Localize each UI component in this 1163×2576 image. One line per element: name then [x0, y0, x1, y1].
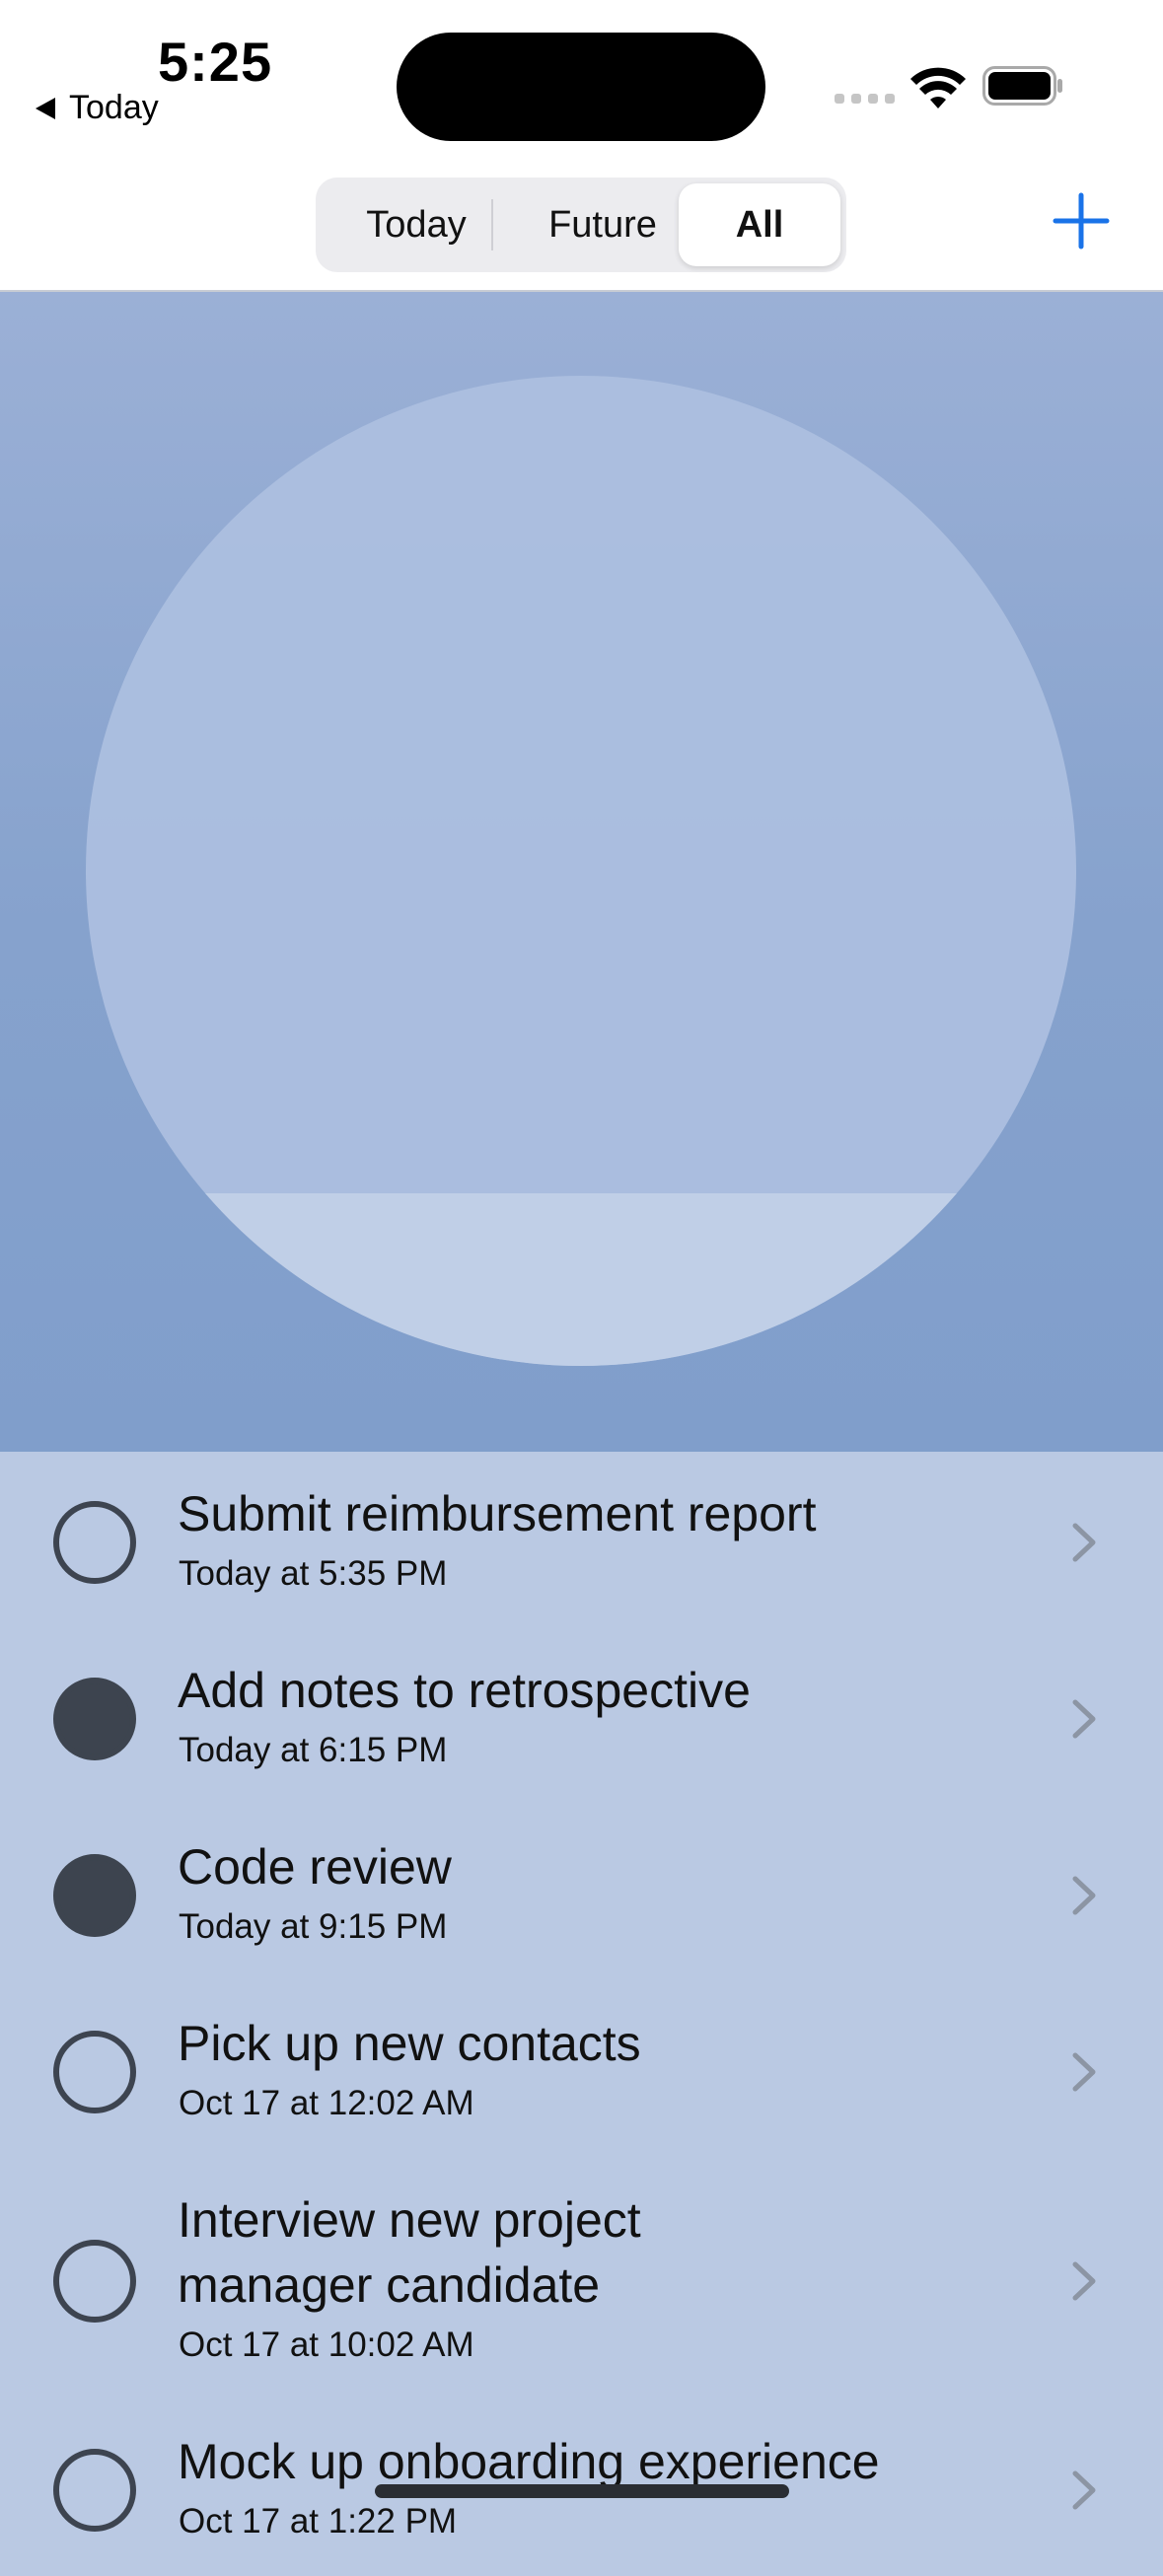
battery-icon	[982, 66, 1062, 106]
status-bar: 5:25 Today	[0, 0, 1163, 168]
incomplete-circle-icon[interactable]	[53, 2449, 136, 2532]
reminder-list: Submit reimbursement report Today at 5:3…	[0, 1452, 1163, 2576]
chevron-right-icon	[1072, 2261, 1096, 2301]
reminder-date: Today at 6:15 PM	[179, 1731, 448, 1769]
reminder-title: Add notes to retrospective	[178, 1663, 751, 1718]
completed-circle-icon[interactable]	[53, 1854, 136, 1937]
list-item[interactable]: Interview new project manager candidate …	[0, 2158, 1163, 2399]
clock-time: 5:25	[158, 31, 273, 93]
segment-all[interactable]: All	[679, 183, 840, 266]
list-item[interactable]: Code review Today at 9:15 PM	[0, 1805, 1163, 1981]
chevron-right-icon	[1072, 2052, 1096, 2092]
wifi-icon	[910, 67, 966, 108]
chevron-right-icon	[1072, 1876, 1096, 1915]
reminder-title: Code review	[178, 1839, 452, 1895]
header-illustration	[0, 292, 1163, 1452]
chevron-right-icon	[1072, 1523, 1096, 1562]
reminder-date: Oct 17 at 12:02 AM	[179, 2084, 474, 2122]
dynamic-island	[397, 33, 765, 141]
chevron-right-icon	[1072, 2470, 1096, 2510]
segment-today[interactable]: Today	[322, 183, 511, 266]
cellular-signal-icon	[835, 94, 895, 104]
home-indicator[interactable]	[375, 2484, 789, 2498]
progress-circle-graphic	[86, 376, 1076, 1366]
incomplete-circle-icon[interactable]	[53, 1501, 136, 1584]
filter-segmented-control: Today Future All	[316, 178, 846, 272]
reminder-date: Today at 9:15 PM	[179, 1907, 448, 1946]
incomplete-circle-icon[interactable]	[53, 2240, 136, 2323]
reminder-date: Oct 17 at 10:02 AM	[179, 2326, 474, 2364]
back-triangle-icon	[36, 97, 55, 119]
add-reminder-plus-icon[interactable]	[1052, 191, 1111, 250]
reminder-title: Submit reimbursement report	[178, 1486, 817, 1541]
reminder-date: Oct 17 at 1:22 PM	[179, 2502, 458, 2540]
reminder-title: Pick up new contacts	[178, 2016, 641, 2071]
back-to-app-label: Today	[69, 89, 159, 126]
incomplete-circle-icon[interactable]	[53, 2031, 136, 2113]
reminder-date: Today at 5:35 PM	[179, 1554, 448, 1593]
list-item[interactable]: Add notes to retrospective Today at 6:15…	[0, 1628, 1163, 1805]
list-item[interactable]: Submit reimbursement report Today at 5:3…	[0, 1452, 1163, 1628]
chevron-right-icon	[1072, 1699, 1096, 1739]
back-to-app-link[interactable]: Today	[36, 89, 159, 127]
list-item[interactable]: Pick up new contacts Oct 17 at 12:02 AM	[0, 1981, 1163, 2158]
reminder-title: Interview new project manager candidate	[178, 2192, 641, 2313]
completed-circle-icon[interactable]	[53, 1678, 136, 1760]
navigation-bar: Today Future All	[0, 168, 1163, 292]
